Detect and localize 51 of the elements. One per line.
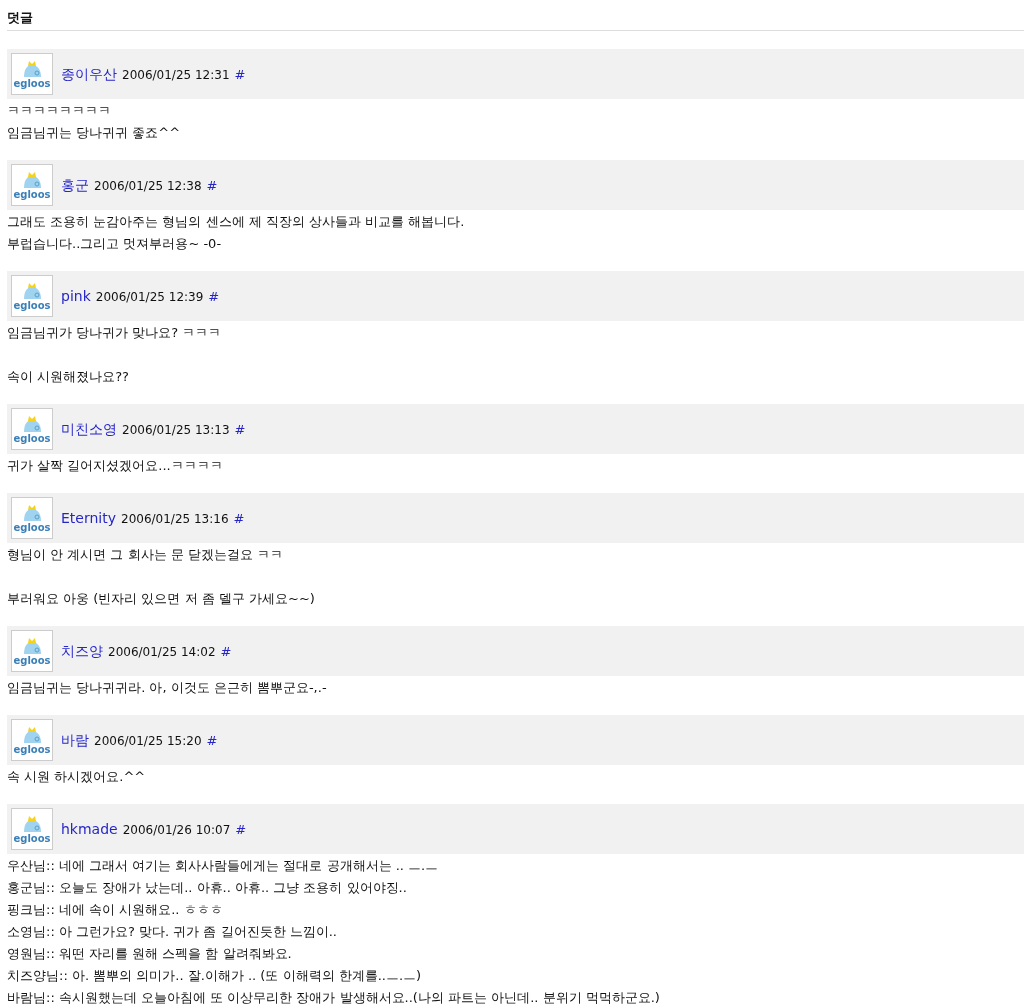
comment-date: 2006/01/25 12:39 — [95, 288, 204, 306]
author-link[interactable]: 미친소영 — [61, 418, 117, 440]
comment-text: 바람님:: 속시원했는데 오늘아침에 또 이상무리한 장애가 발생해서요..(나의 파트는 아닌데.. 분위기 먹먹하군요.) — [7, 989, 661, 1005]
author-link[interactable]: Eternity — [61, 507, 116, 529]
comment-date: 2006/01/25 12:31 — [122, 66, 230, 84]
comment-text: 소영님:: 아 그런가요? 맞다. 귀가 좀 길어진듯한 느낌이.. — [7, 923, 338, 941]
comment-text: ㅋㅋㅋㅋㅋㅋㅋㅋ — [7, 102, 112, 120]
permalink[interactable]: # — [233, 508, 245, 528]
comment-text: 임금님귀가 당나귀가 맞나요? ㅋㅋㅋ — [7, 324, 223, 342]
comment-text: 치즈양님:: 아. 뽐뿌의 의미가.. 잘.이해가 .. (또 이해력의 한계를..ㅡ.ㅡ) — [7, 967, 423, 985]
author-link[interactable]: 바람 — [61, 729, 89, 751]
author-link[interactable]: 종이우산 — [61, 63, 117, 85]
comment-text: 핑크님:: 네에 속이 시원해요.. ㅎㅎㅎ — [7, 901, 224, 919]
comment-text: 영원님:: 워떤 자리를 원해 스펙을 함 알려줘봐요. — [7, 945, 293, 963]
avatar-label: egloos — [13, 521, 51, 533]
avatar-label: egloos — [13, 77, 51, 89]
permalink[interactable]: # — [235, 819, 247, 839]
author-link[interactable]: 홍군 — [61, 174, 89, 196]
comment-text: 형님이 안 계시면 그 회사는 문 닫겠는걸요 ㅋㅋ — [7, 546, 284, 564]
comment-text: 임금님귀는 당나귀귀라. 아, 이것도 은근히 뽐뿌군요-,.- — [7, 679, 328, 697]
avatar-label: egloos — [13, 188, 51, 200]
comment-text: 우산님:: 네에 그래서 여기는 회사사람들에게는 절대로 공개해서는 .. ㅡ.ㅡ — [7, 857, 440, 875]
section-heading: 덧글 — [7, 10, 34, 25]
avatar-label: egloos — [13, 743, 51, 755]
comment-text: 부러워요 아웅 (빈자리 있으면 저 좀 델구 가세요~~) — [7, 590, 316, 608]
permalink[interactable]: # — [234, 64, 246, 84]
comment-date: 2006/01/25 12:38 — [94, 177, 202, 195]
permalink[interactable]: # — [234, 419, 246, 439]
comment-date: 2006/01/25 14:02 — [108, 643, 216, 661]
permalink[interactable]: # — [206, 730, 218, 750]
comment-date: 2006/01/25 13:13 — [122, 421, 230, 439]
author-link[interactable]: 치즈양 — [61, 640, 103, 662]
comment-date: 2006/01/25 13:16 — [121, 510, 229, 528]
comment-text: 그래도 조용히 눈감아주는 형님의 센스에 제 직장의 상사들과 비교를 해봅니다. — [7, 213, 466, 231]
comment-text: 임금님귀는 당나귀귀 좋죠^^ — [7, 124, 182, 142]
avatar-label: egloos — [13, 299, 51, 311]
avatar-label: egloos — [13, 432, 51, 444]
author-link[interactable]: hkmade — [61, 818, 118, 840]
comment-date: 2006/01/26 10:07 — [122, 821, 231, 839]
comment-text: 부럽습니다..그리고 멋져부러용~ -0- — [7, 235, 223, 253]
comment-text: 홍군님:: 오늘도 장애가 났는데.. 아휴.. 아휴.. 그냥 조용히 있어야징.. — [7, 879, 408, 897]
comment-text: 귀가 살짝 길어지셨겠어요...ㅋㅋㅋㅋ — [7, 457, 224, 475]
avatar-label: egloos — [13, 654, 51, 666]
permalink[interactable]: # — [206, 175, 218, 195]
permalink[interactable]: # — [208, 286, 220, 306]
comment-text: 속이 시원해졌나요?? — [7, 368, 130, 386]
comment-date: 2006/01/25 15:20 — [94, 732, 202, 750]
author-link[interactable]: pink — [61, 285, 91, 307]
avatar-label: egloos — [13, 832, 51, 844]
permalink[interactable]: # — [220, 641, 232, 661]
comment-text: 속 시원 하시겠어요.^^ — [7, 768, 147, 786]
